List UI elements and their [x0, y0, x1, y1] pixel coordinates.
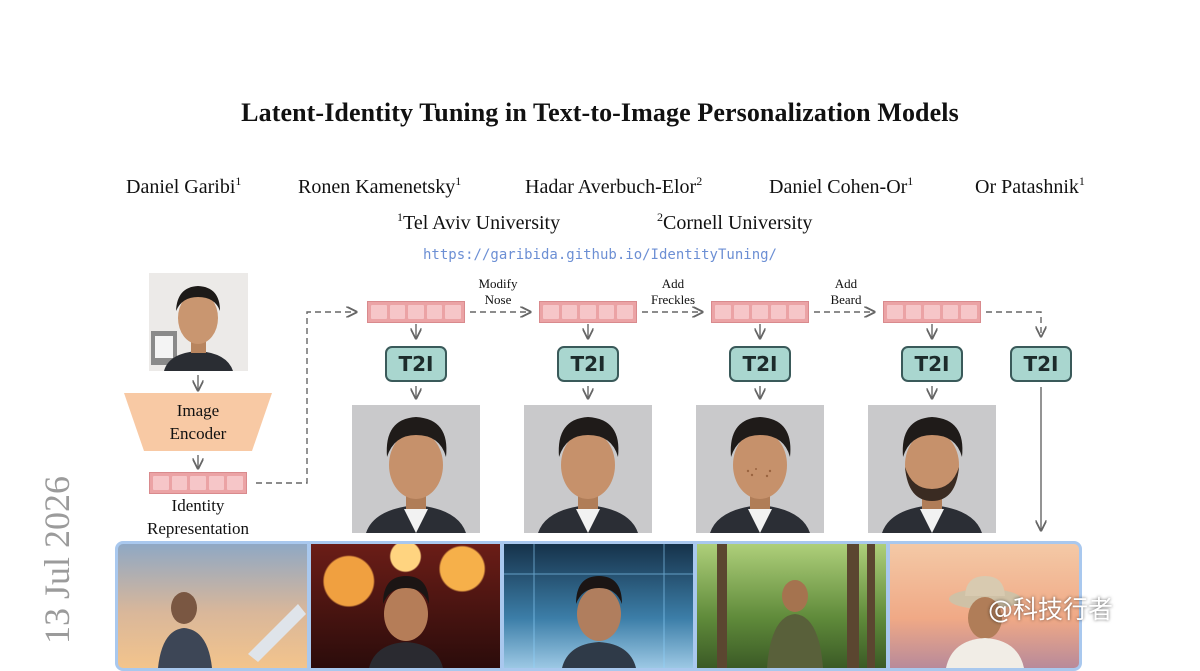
scene-image-tech: [504, 544, 693, 668]
edit-label-line: Nose: [484, 292, 512, 307]
t2i-model-box: T2I: [1010, 346, 1072, 382]
face-portrait-icon: [149, 273, 248, 371]
person-silhouette-icon: [717, 544, 875, 668]
edit-label-line: Modify: [478, 276, 518, 291]
generated-portrait: [696, 405, 824, 533]
person-silhouette-icon: [504, 544, 693, 668]
edit-label-line: Beard: [830, 292, 862, 307]
generated-portrait: [524, 405, 652, 533]
identity-label-line: Identity: [171, 496, 225, 515]
edit-label-nose: Modify Nose: [468, 276, 528, 308]
t2i-model-box: T2I: [385, 346, 447, 382]
edit-label-beard: Add Beard: [816, 276, 876, 308]
person-silhouette-icon: [369, 576, 443, 668]
scene-image-forest: [697, 544, 886, 668]
encoder-label-line: Encoder: [169, 424, 227, 443]
scene-image-lanterns: [311, 544, 500, 668]
person-silhouette-icon: [158, 592, 306, 668]
image-encoder-label: Image Encoder: [124, 399, 272, 445]
face-portrait-icon: [352, 405, 480, 533]
face-portrait-icon: [696, 405, 824, 533]
generated-portrait: [868, 405, 996, 533]
latent-embedding: [711, 301, 809, 323]
face-portrait-icon: [868, 405, 996, 533]
encoder-label-line: Image: [176, 401, 220, 420]
latent-embedding: [367, 301, 465, 323]
identity-embedding: [149, 472, 247, 494]
edit-label-freckles: Add Freckles: [640, 276, 706, 308]
edit-label-line: Add: [834, 276, 858, 291]
latent-embedding: [539, 301, 637, 323]
watermark: @科技行者: [988, 595, 1114, 624]
face-portrait-icon: [524, 405, 652, 533]
edit-label-line: Add: [661, 276, 685, 291]
generated-portrait: [352, 405, 480, 533]
edit-label-line: Freckles: [650, 292, 696, 307]
input-photo: [149, 273, 248, 371]
identity-label-line: Representation: [147, 519, 249, 538]
scene-image-sunset: [118, 544, 307, 668]
t2i-model-box: T2I: [729, 346, 791, 382]
latent-embedding: [883, 301, 981, 323]
t2i-model-box: T2I: [557, 346, 619, 382]
t2i-model-box: T2I: [901, 346, 963, 382]
scene-image-strip: [115, 541, 1082, 671]
identity-representation-label: Identity Representation: [120, 494, 276, 540]
